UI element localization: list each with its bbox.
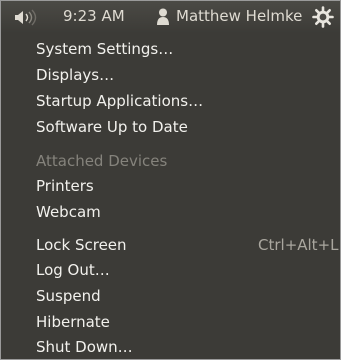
gear-icon[interactable] [312, 6, 334, 28]
menu-item-webcam[interactable]: Webcam [36, 200, 101, 224]
menu-item-printers[interactable]: Printers [36, 174, 94, 198]
menu-item-shut-down[interactable]: Shut Down… [36, 335, 133, 359]
top-panel: 9:23 AM Matthew Helmke [1, 1, 340, 33]
menu-item-displays[interactable]: Displays… [36, 63, 114, 87]
menu-item-software-up-to-date[interactable]: Software Up to Date [36, 115, 188, 139]
menu-item-suspend[interactable]: Suspend [36, 284, 101, 308]
attached-devices-heading: Attached Devices [36, 152, 168, 170]
session-menu-window: 9:23 AM Matthew Helmke System Settings… … [0, 0, 341, 360]
person-icon [157, 8, 169, 25]
menu-item-log-out[interactable]: Log Out… [36, 258, 110, 282]
menu-item-startup-applications[interactable]: Startup Applications… [36, 89, 203, 113]
menu-item-lock-screen[interactable]: Lock Screen [36, 233, 127, 257]
menu-item-system-settings[interactable]: System Settings… [36, 37, 173, 61]
lock-screen-shortcut: Ctrl+Alt+L [258, 236, 339, 254]
menu-item-hibernate[interactable]: Hibernate [36, 310, 110, 334]
speaker-volume-icon[interactable] [14, 9, 44, 26]
clock[interactable]: 9:23 AM [63, 7, 125, 25]
session-menu: System Settings… Displays… Startup Appli… [1, 33, 340, 359]
user-name[interactable]: Matthew Helmke [176, 7, 302, 25]
